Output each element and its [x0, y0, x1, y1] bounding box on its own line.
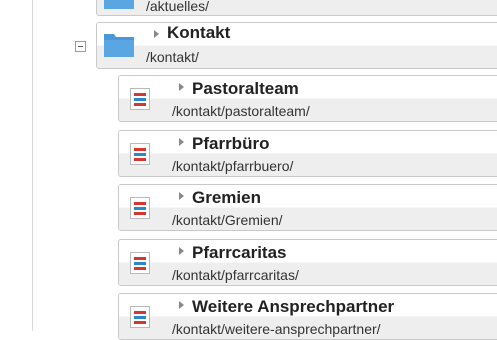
tree-node-pfarrcaritas[interactable]: Pfarrcaritas /kontakt/pfarrcaritas/: [118, 239, 497, 286]
tree-node-aktuelles[interactable]: /aktuelles/: [96, 0, 497, 16]
tree-node-gremien[interactable]: Gremien /kontakt/Gremien/: [118, 184, 497, 231]
page-icon: [130, 306, 150, 328]
expand-arrow-icon[interactable]: [179, 83, 184, 91]
node-title: Weitere Ansprechpartner: [192, 297, 395, 316]
node-title: Kontakt: [167, 23, 231, 42]
node-title: Pastoralteam: [192, 79, 299, 98]
node-path: /kontakt/: [146, 49, 199, 65]
tree-node-pastoralteam[interactable]: Pastoralteam /kontakt/pastoralteam/: [118, 75, 497, 122]
expand-arrow-icon[interactable]: [179, 301, 184, 309]
node-title: Pfarrbüro: [192, 134, 270, 153]
node-title: Pfarrcaritas: [192, 243, 287, 262]
expand-arrow-icon[interactable]: [179, 138, 184, 146]
page-icon: [130, 88, 150, 110]
tree-node-kontakt[interactable]: Kontakt /kontakt/: [96, 22, 497, 69]
node-path: /kontakt/pastoralteam/: [172, 103, 310, 119]
expand-arrow-icon[interactable]: [179, 192, 184, 200]
node-path: /kontakt/pfarrcaritas/: [172, 267, 299, 283]
node-title: Gremien: [192, 188, 261, 207]
tree-node-pfarrbuero[interactable]: Pfarrbüro /kontakt/pfarrbuero/: [118, 130, 497, 177]
expand-arrow-icon[interactable]: [154, 30, 159, 38]
tree-guide-line: [32, 0, 33, 331]
page-icon: [130, 252, 150, 274]
page-icon: [130, 197, 150, 219]
node-path: /aktuelles/: [146, 0, 210, 14]
folder-icon: [104, 34, 134, 57]
tree-node-weitere-ansprechpartner[interactable]: Weitere Ansprechpartner /kontakt/weitere…: [118, 293, 497, 340]
node-path: /kontakt/pfarrbuero/: [172, 158, 294, 174]
node-path: /kontakt/Gremien/: [172, 212, 283, 228]
node-path: /kontakt/weitere-ansprechpartner/: [172, 321, 381, 337]
folder-icon: [104, 0, 134, 9]
expand-arrow-icon[interactable]: [179, 247, 184, 255]
page-icon: [130, 143, 150, 165]
collapse-toggle[interactable]: [75, 41, 86, 52]
